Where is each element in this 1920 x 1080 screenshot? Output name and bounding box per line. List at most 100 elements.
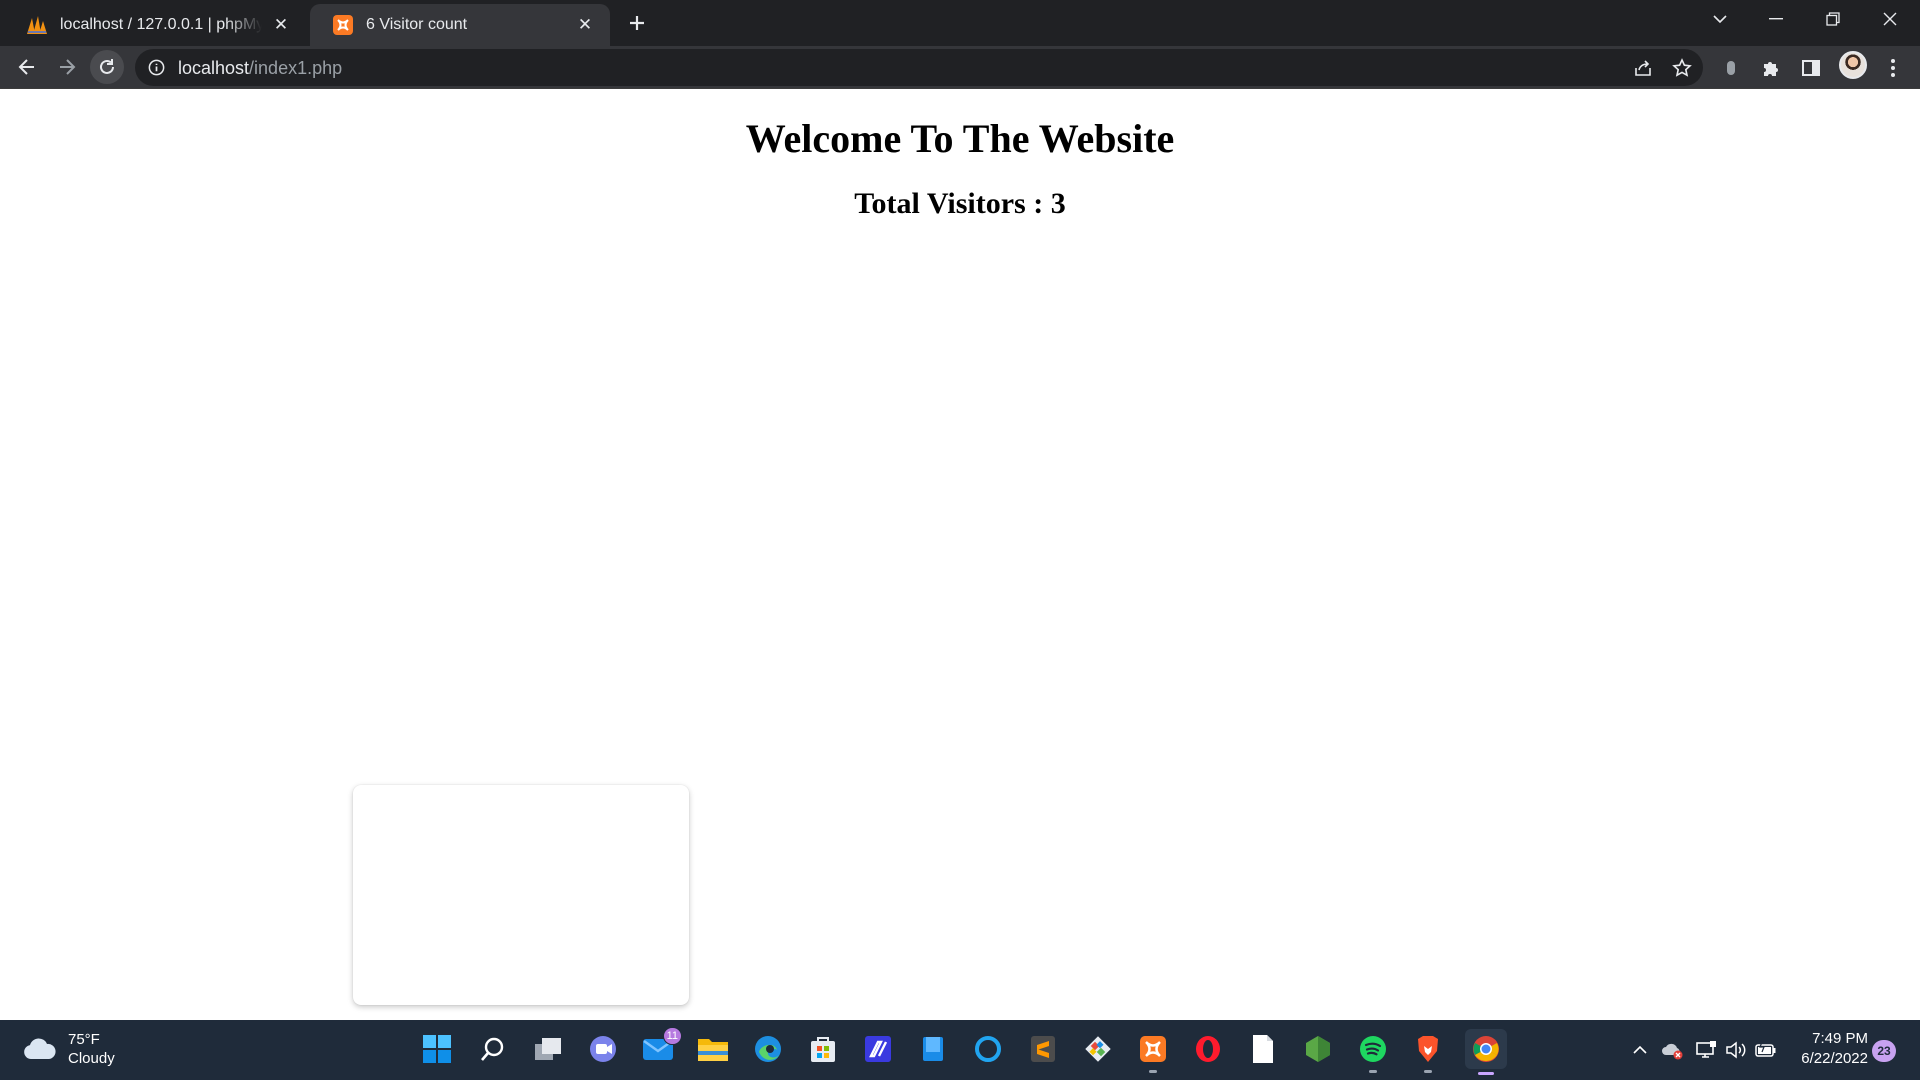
reload-icon [100, 59, 114, 74]
tab-phpmyadmin[interactable]: localhost / 127.0.0.1 | phpMyAdmin ✕ [4, 4, 306, 46]
tab-title: 6 Visitor count [366, 16, 468, 33]
clock-date: 6/22/2022 [1801, 1050, 1868, 1067]
chevron-up-icon [1633, 1045, 1647, 1054]
chrome-icon [1473, 1036, 1499, 1062]
restore-icon [1826, 12, 1840, 26]
xampp-icon [332, 14, 354, 36]
notepad-button[interactable] [1245, 1031, 1281, 1067]
address-bar[interactable]: localhost/index1.php [135, 49, 1703, 86]
page-content: Welcome To The Website Total Visitors : … [0, 89, 1920, 1020]
running-indicator [1149, 1070, 1157, 1073]
info-icon[interactable] [147, 58, 166, 77]
browser-toolbar: localhost/index1.php [0, 46, 1920, 89]
task-view-icon [535, 1038, 561, 1060]
weather-temp: 75°F [68, 1031, 100, 1048]
weather-widget[interactable]: 75°F Cloudy [22, 1030, 115, 1068]
url-path: /index1.php [249, 58, 343, 78]
nodejs-button[interactable] [1300, 1031, 1336, 1067]
side-panel-icon[interactable] [1798, 55, 1824, 81]
azure-data-studio-button[interactable] [915, 1031, 951, 1067]
opera-icon [1196, 1036, 1220, 1062]
task-view-button[interactable] [530, 1031, 566, 1067]
show-hidden-icons-button[interactable] [1628, 1038, 1652, 1062]
start-button[interactable] [419, 1031, 455, 1067]
taskbar-preview-popup[interactable] [353, 785, 689, 1005]
forward-button[interactable] [50, 50, 84, 84]
close-icon[interactable]: ✕ [574, 14, 596, 36]
arrow-right-icon [60, 59, 76, 75]
minimize-button[interactable] [1748, 0, 1804, 38]
running-indicator [1478, 1072, 1494, 1075]
edge-button[interactable] [750, 1031, 786, 1067]
nodejs-icon [1306, 1036, 1330, 1062]
chevron-down-icon [1713, 15, 1727, 24]
reload-button[interactable] [90, 50, 124, 84]
vs-icon [865, 1036, 891, 1062]
close-icon [1883, 12, 1897, 26]
spotify-icon [1360, 1036, 1386, 1062]
cloud-icon [24, 1038, 56, 1059]
back-button[interactable] [10, 50, 44, 84]
cortana-button[interactable] [970, 1031, 1006, 1067]
opera-button[interactable] [1190, 1031, 1226, 1067]
battery-icon[interactable] [1754, 1038, 1778, 1062]
mail-button[interactable]: 11 [640, 1027, 682, 1067]
clock-time: 7:49 PM [1812, 1030, 1868, 1047]
url-text: localhost/index1.php [178, 58, 342, 79]
edge-icon [755, 1036, 781, 1062]
database-book-icon [923, 1037, 943, 1061]
share-icon[interactable] [1632, 57, 1654, 79]
mail-badge: 11 [662, 1027, 682, 1045]
phpmyadmin-icon [26, 14, 48, 36]
onedrive-icon[interactable] [1660, 1038, 1684, 1062]
visual-studio-button[interactable] [860, 1031, 896, 1067]
url-host: localhost [178, 58, 250, 78]
git-button[interactable] [1080, 1031, 1116, 1067]
taskbar: 75°F Cloudy 11 7:49 PM 6/22/2022 23 [0, 1020, 1920, 1080]
search-button[interactable] [475, 1031, 511, 1067]
tab-visitor-count[interactable]: 6 Visitor count ✕ [310, 4, 610, 46]
search-icon [481, 1037, 504, 1061]
running-indicator [1369, 1070, 1377, 1073]
new-tab-button[interactable] [622, 8, 652, 38]
restore-button[interactable] [1805, 0, 1861, 38]
cortana-icon [975, 1036, 1001, 1062]
brave-button[interactable] [1410, 1031, 1446, 1073]
document-icon [1253, 1035, 1273, 1063]
visitor-count: Total Visitors : 3 [854, 187, 1066, 220]
chrome-button[interactable] [1465, 1029, 1507, 1075]
xampp-button[interactable] [1135, 1031, 1171, 1073]
page-heading: Welcome To The Website [745, 116, 1175, 161]
folder-icon [698, 1039, 728, 1061]
xampp-icon [1140, 1036, 1166, 1062]
close-icon[interactable]: ✕ [270, 14, 292, 36]
file-explorer-button[interactable] [695, 1031, 731, 1067]
chat-icon [590, 1036, 616, 1062]
windows-icon [423, 1035, 451, 1063]
extensions-puzzle-icon[interactable] [1758, 55, 1784, 81]
tab-strip: localhost / 127.0.0.1 | phpMyAdmin ✕ 6 V… [0, 0, 1920, 46]
teams-chat-button[interactable] [585, 1031, 621, 1067]
notification-badge[interactable]: 23 [1872, 1040, 1896, 1062]
spotify-button[interactable] [1355, 1031, 1391, 1073]
extension-mic-icon[interactable] [1718, 55, 1744, 81]
profile-avatar[interactable] [1839, 51, 1867, 79]
weather-condition: Cloudy [68, 1050, 115, 1067]
minimize-icon [1769, 18, 1783, 20]
menu-kebab-icon[interactable] [1880, 55, 1906, 81]
close-window-button[interactable] [1862, 0, 1918, 38]
plus-icon [630, 16, 644, 30]
sublime-text-button[interactable] [1025, 1031, 1061, 1067]
running-indicator [1424, 1070, 1432, 1073]
tab-title: localhost / 127.0.0.1 | phpMyAdmin [60, 16, 262, 33]
store-icon [811, 1037, 835, 1062]
git-icon [1085, 1036, 1111, 1062]
network-icon[interactable] [1694, 1038, 1718, 1062]
arrow-left-icon [18, 59, 34, 75]
system-clock[interactable]: 7:49 PM 6/22/2022 [1792, 1029, 1868, 1069]
bookmark-star-icon[interactable] [1671, 57, 1693, 79]
volume-icon[interactable] [1724, 1038, 1748, 1062]
store-button[interactable] [805, 1031, 841, 1067]
tab-search-button[interactable] [1692, 0, 1748, 38]
brave-lion-icon [1418, 1036, 1438, 1062]
